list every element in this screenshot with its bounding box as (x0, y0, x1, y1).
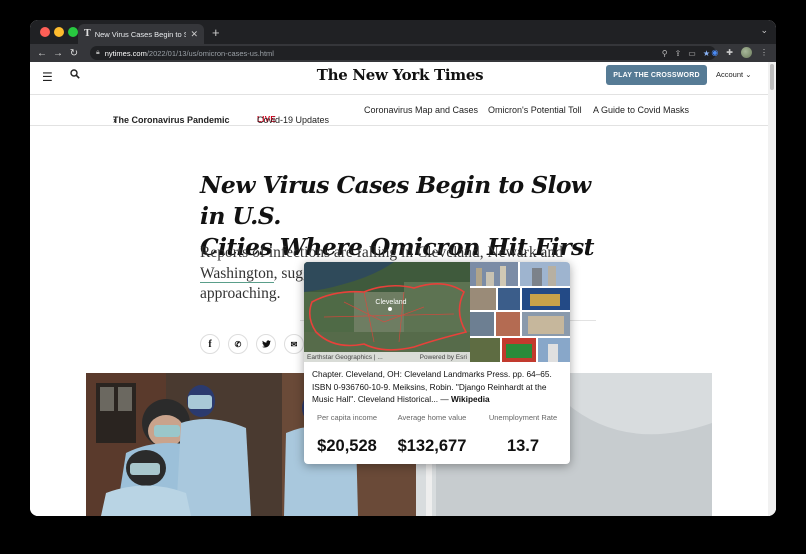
play-crossword-button[interactable]: PLAY THE CROSSWORD (606, 65, 707, 85)
subnav-item-masks-guide[interactable]: A Guide to Covid Masks (593, 105, 689, 115)
zoom-icon[interactable]: ⚲ (662, 49, 668, 58)
profile-avatar[interactable] (741, 47, 752, 58)
minimize-window-button[interactable] (54, 27, 64, 37)
url-text[interactable]: nytimes.com/2022/01/13/us/omicron-cases-… (105, 49, 657, 58)
satellite-map[interactable]: Cleveland Earthstar Geographics | ... Po… (304, 262, 470, 362)
tab-strip: T New Virus Cases Begin to Slow ✕ + ⌄ (30, 20, 776, 44)
nyt-favicon-icon: T (84, 29, 91, 39)
stat-unemployment-rate: Unemployment Rate 13.7 (488, 413, 558, 455)
city-photos-grid[interactable] (470, 262, 570, 362)
address-bar[interactable]: 🔒︎ nytimes.com/2022/01/13/us/omicron-cas… (90, 46, 716, 60)
washington-link[interactable]: Washington (200, 264, 274, 283)
account-menu[interactable]: Account ⌄ (716, 70, 752, 79)
share-tools: f ✆ ✉ (200, 334, 304, 354)
tab-title: New Virus Cases Begin to Slow (94, 29, 187, 39)
whatsapp-icon[interactable]: ✆ (228, 334, 248, 354)
tab-search-chevron-icon[interactable]: ⌄ (760, 25, 768, 36)
chevron-right-icon: › (113, 115, 116, 125)
nyt-logo[interactable]: The New York Times (310, 66, 490, 84)
browser-menu-icon[interactable]: ⋮ (760, 48, 768, 57)
facebook-icon[interactable]: f (200, 334, 220, 354)
chevron-down-icon: ⌄ (745, 70, 752, 79)
wikipedia-source-link[interactable]: Wikipedia (451, 394, 490, 404)
close-window-button[interactable] (40, 27, 50, 37)
subnav-item-map[interactable]: Coronavirus Map and Cases (364, 105, 478, 115)
twitter-icon[interactable] (256, 334, 276, 354)
search-icon[interactable] (70, 69, 80, 82)
lock-icon[interactable]: 🔒︎ (96, 49, 100, 57)
subnav-item-omicron-toll[interactable]: Omicron's Potential Toll (488, 105, 582, 115)
back-icon[interactable]: ← (34, 48, 50, 59)
reload-icon[interactable]: ↻ (66, 48, 82, 59)
email-icon[interactable]: ✉ (284, 334, 304, 354)
forward-icon[interactable]: → (50, 48, 66, 59)
new-tab-button[interactable]: + (212, 25, 220, 40)
tab-close-icon[interactable]: ✕ (190, 29, 198, 40)
wikipedia-extract: Chapter. Cleveland, OH: Cleveland Landma… (312, 369, 552, 404)
share-icon[interactable]: ⇪ (675, 49, 682, 58)
page-scrollbar[interactable] (768, 62, 776, 516)
section-subnav: The Coronavirus Pandemic › LIVE Covid-19… (30, 94, 768, 126)
tab-active[interactable]: T New Virus Cases Begin to Slow ✕ (78, 24, 204, 44)
maximize-window-button[interactable] (68, 27, 78, 37)
cast-icon[interactable]: ▭ (688, 49, 696, 58)
extension-shield-icon[interactable]: ◉ (711, 48, 718, 57)
browser-toolbar: ← → ↻ 🔒︎ nytimes.com/2022/01/13/us/omicr… (30, 44, 776, 62)
menu-icon[interactable]: ☰ (42, 70, 53, 84)
bookmark-star-icon[interactable]: ★ (703, 49, 710, 58)
masthead: ☰ The New York Times PLAY THE CROSSWORD … (30, 62, 768, 92)
stat-average-home-value: Average home value $132,677 (397, 413, 467, 455)
extensions-puzzle-icon[interactable]: ✚ (726, 48, 733, 57)
location-info-popup[interactable]: Cleveland Earthstar Geographics | ... Po… (304, 262, 570, 464)
map-city-label: Cleveland (375, 299, 406, 306)
map-attribution: Earthstar Geographics | ... Powered by E… (304, 352, 470, 362)
scrollbar-thumb[interactable] (770, 64, 774, 90)
stat-per-capita-income: Per capita income $20,528 (316, 413, 378, 455)
